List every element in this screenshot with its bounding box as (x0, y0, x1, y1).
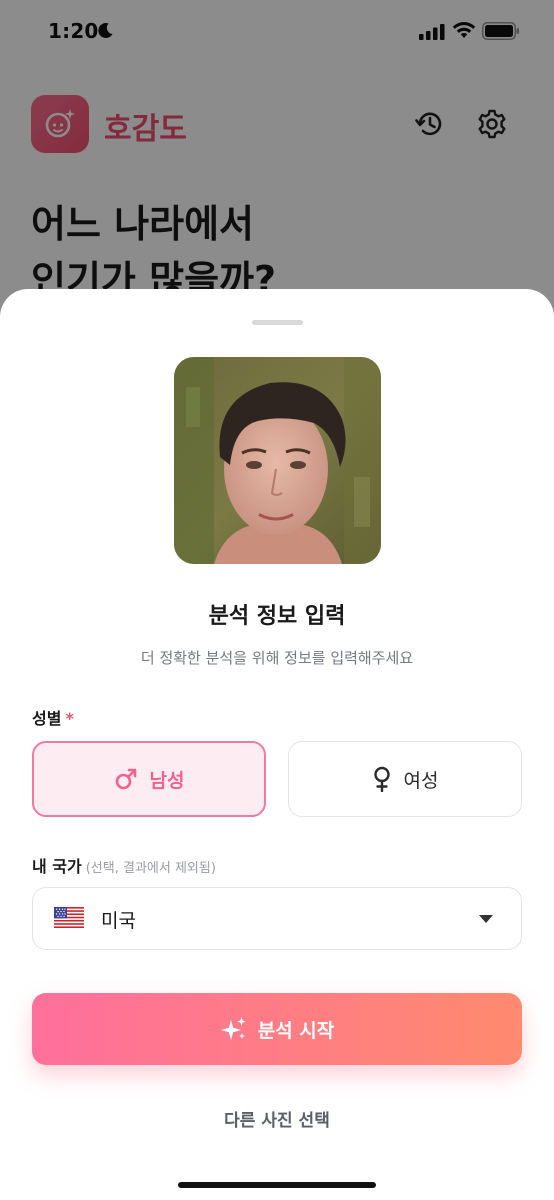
sheet-title: 분석 정보 입력 (208, 604, 346, 629)
required-mark: * (65, 709, 74, 728)
gender-female-label: 여성 (403, 769, 439, 792)
choose-other-photo-button[interactable]: 다른 사진 선택 (0, 1106, 554, 1131)
gender-label: 성별 * (32, 705, 74, 729)
drag-handle[interactable] (252, 320, 303, 325)
country-select[interactable]: 미국 (32, 887, 522, 950)
start-analysis-button[interactable]: 분석 시작 (32, 993, 522, 1065)
sheet-subtitle: 더 정확한 분석을 위해 정보를 입력해주세요 (140, 649, 414, 667)
male-symbol-icon (115, 768, 136, 790)
country-label: 내 국가 (선택, 결과에서 제외됨) (32, 853, 216, 877)
analysis-input-sheet: 분석 정보 입력 더 정확한 분석을 위해 정보를 입력해주세요 성별 * 남성 … (0, 289, 554, 1200)
gender-male-button[interactable]: 남성 (32, 741, 266, 817)
screen: 1:20 호감도 어느 나라에서 인기가 많을까? 분석 정보 입력 더 정확한… (0, 0, 554, 1200)
selected-photo (174, 357, 381, 564)
gender-male-label: 남성 (149, 769, 185, 792)
home-indicator[interactable] (178, 1182, 376, 1188)
sparkle-icon (220, 1017, 246, 1040)
gender-label-text: 성별 (32, 709, 62, 728)
country-value: 미국 (101, 910, 136, 932)
start-analysis-label: 분석 시작 (257, 1019, 335, 1042)
country-label-text: 내 국가 (32, 857, 82, 876)
us-flag-icon (54, 907, 84, 928)
female-symbol-icon (373, 766, 390, 792)
gender-female-button[interactable]: 여성 (288, 741, 522, 817)
caret-down-icon (479, 915, 493, 923)
country-hint: (선택, 결과에서 제외됨) (85, 861, 216, 876)
